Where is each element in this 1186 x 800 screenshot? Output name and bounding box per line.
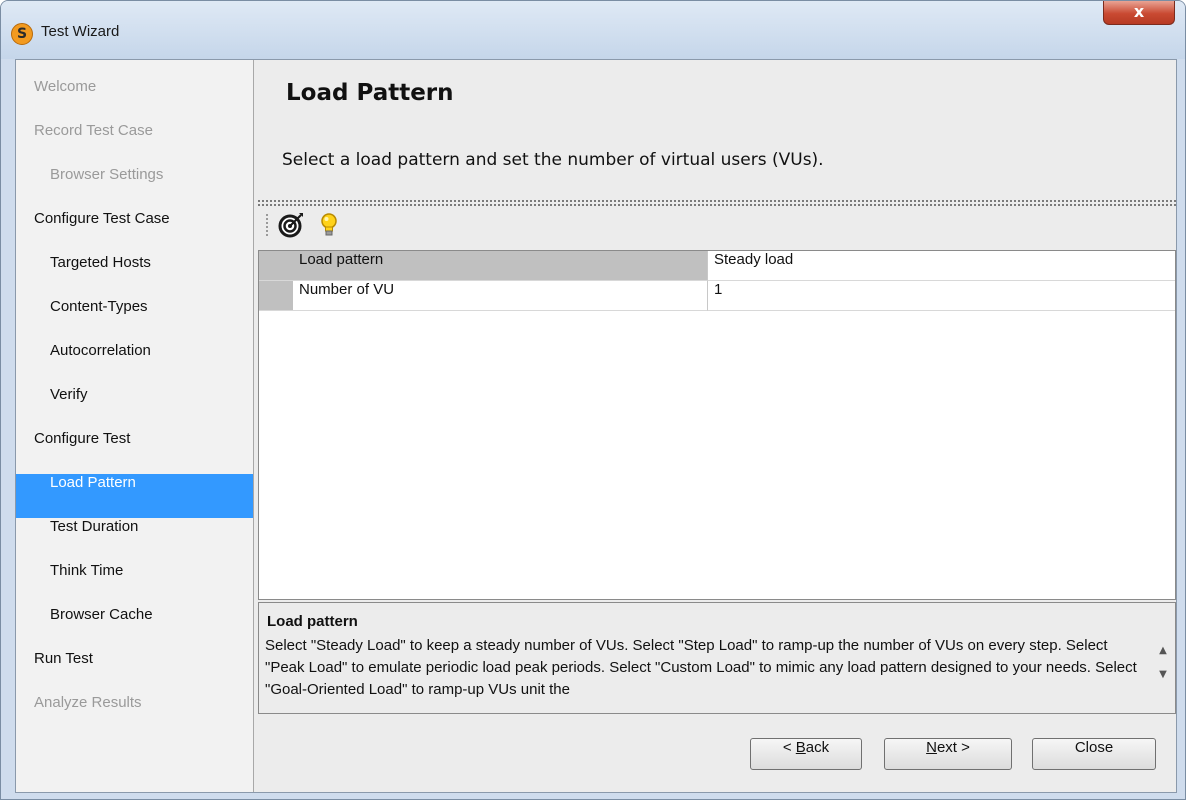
sidebar-item-label: Run Test bbox=[34, 650, 93, 667]
page-subtitle: Select a load pattern and set the number… bbox=[282, 150, 824, 170]
property-name-cell: Load pattern bbox=[293, 251, 708, 281]
sidebar-item-label: Test Duration bbox=[50, 518, 139, 535]
row-header[interactable] bbox=[259, 251, 293, 281]
back-button-mnemonic: B bbox=[795, 739, 806, 756]
description-text: Select "Steady Load" to keep a steady nu… bbox=[265, 637, 1137, 698]
sidebar-item-label: Browser Settings bbox=[50, 166, 164, 183]
sidebar-item-label: Configure Test Case bbox=[34, 210, 170, 227]
sidebar-item-browser-cache[interactable]: Browser Cache bbox=[16, 606, 253, 650]
back-button[interactable]: < Back bbox=[750, 738, 862, 770]
sidebar-item-analyze-results: Analyze Results bbox=[16, 694, 253, 738]
toolbar-grip[interactable] bbox=[266, 214, 271, 236]
next-button-rest: ext > bbox=[936, 739, 970, 756]
window-title: Test Wizard bbox=[41, 23, 120, 40]
sidebar-item-targeted-hosts[interactable]: Targeted Hosts bbox=[16, 254, 253, 298]
sidebar-item-run-test[interactable]: Run Test bbox=[16, 650, 253, 694]
next-button[interactable]: Next > bbox=[884, 738, 1012, 770]
sidebar-item-label: Autocorrelation bbox=[50, 342, 151, 359]
wizard-content: Load Pattern Select a load pattern and s… bbox=[254, 60, 1176, 792]
sidebar-item-label: Welcome bbox=[34, 78, 97, 95]
target-icon[interactable] bbox=[276, 210, 306, 240]
app-logo-letter: S bbox=[16, 26, 28, 42]
sidebar-item-label: Content-Types bbox=[50, 298, 148, 315]
table-row[interactable]: Load pattern Steady load bbox=[259, 251, 1175, 281]
description-title: Load pattern bbox=[267, 613, 358, 630]
sidebar-item-label: Think Time bbox=[50, 562, 124, 579]
property-table: Load pattern Steady load Number of VU 1 bbox=[258, 250, 1176, 600]
next-button-mnemonic: N bbox=[926, 739, 937, 756]
sidebar-item-record-test-case: Record Test Case bbox=[16, 122, 253, 166]
sidebar-item-label: Configure Test bbox=[34, 430, 131, 447]
sidebar-item-label: Targeted Hosts bbox=[50, 254, 151, 271]
sidebar-item-test-duration[interactable]: Test Duration bbox=[16, 518, 253, 562]
sidebar-item-load-pattern[interactable]: Load Pattern bbox=[16, 474, 253, 518]
description-viewport: Select "Steady Load" to keep a steady nu… bbox=[265, 635, 1145, 703]
app-logo-icon: S bbox=[11, 23, 33, 45]
close-icon: x bbox=[1133, 2, 1145, 21]
sidebar-item-content-types[interactable]: Content-Types bbox=[16, 298, 253, 342]
description-panel: Load pattern Select "Steady Load" to kee… bbox=[258, 602, 1176, 714]
sidebar-item-label: Browser Cache bbox=[50, 606, 153, 623]
scroll-up-arrow-icon[interactable]: ▲ bbox=[1155, 645, 1171, 661]
title-bar[interactable]: S Test Wizard x bbox=[1, 1, 1185, 59]
property-toolbar bbox=[258, 208, 1176, 246]
sidebar-item-verify[interactable]: Verify bbox=[16, 386, 253, 430]
sidebar-item-browser-settings: Browser Settings bbox=[16, 166, 253, 210]
wizard-steps-sidebar: Welcome Record Test Case Browser Settings C… bbox=[16, 60, 254, 792]
sidebar-item-configure-test[interactable]: Configure Test bbox=[16, 430, 253, 474]
sidebar-item-label: Record Test Case bbox=[34, 122, 153, 139]
scroll-down-arrow-icon[interactable]: ▼ bbox=[1155, 669, 1171, 685]
sidebar-item-label: Load Pattern bbox=[50, 474, 136, 491]
back-button-prefix: < bbox=[782, 739, 796, 756]
sidebar-item-autocorrelation[interactable]: Autocorrelation bbox=[16, 342, 253, 386]
table-row[interactable]: Number of VU 1 bbox=[259, 281, 1175, 311]
header-divider bbox=[258, 200, 1176, 206]
sidebar-item-welcome: Welcome bbox=[16, 78, 253, 122]
property-name-cell: Number of VU bbox=[293, 281, 708, 311]
sidebar-item-configure-test-case[interactable]: Configure Test Case bbox=[16, 210, 253, 254]
row-header[interactable] bbox=[259, 281, 293, 311]
number-of-vu-value-cell[interactable]: 1 bbox=[708, 281, 1175, 311]
sidebar-item-think-time[interactable]: Think Time bbox=[16, 562, 253, 606]
test-wizard-window: S Test Wizard x Welcome Record Test Case B… bbox=[0, 0, 1186, 800]
sidebar-item-label: Verify bbox=[50, 386, 88, 403]
close-button[interactable]: Close bbox=[1032, 738, 1156, 770]
close-window-button[interactable]: x bbox=[1103, 1, 1175, 25]
lightbulb-icon[interactable] bbox=[314, 210, 344, 240]
back-button-rest: ack bbox=[805, 739, 830, 756]
load-pattern-value-cell[interactable]: Steady load bbox=[708, 251, 1175, 281]
sidebar-item-label: Analyze Results bbox=[34, 694, 142, 711]
page-title: Load Pattern bbox=[286, 80, 454, 106]
wizard-client: Welcome Record Test Case Browser Settings C… bbox=[15, 59, 1177, 793]
